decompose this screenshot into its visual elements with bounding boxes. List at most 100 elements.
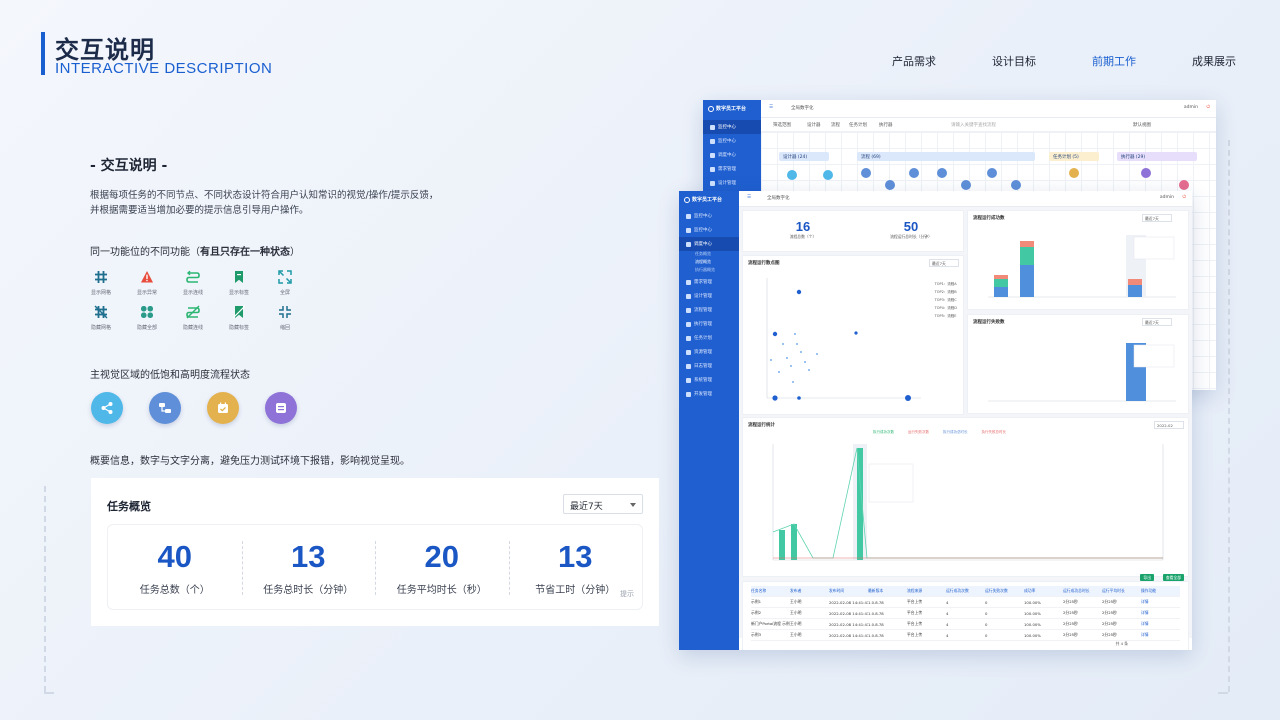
flow-node[interactable]	[1141, 168, 1151, 178]
user-name[interactable]: admin	[1184, 105, 1198, 110]
sidebar-item[interactable]: 需求管理	[679, 275, 739, 289]
user-name[interactable]: admin	[1160, 195, 1174, 200]
sidebar-item[interactable]: 流程管理	[679, 303, 739, 317]
sidebar-subitem[interactable]: 流程概览	[679, 259, 739, 267]
date-range-select[interactable]: 最近7天	[563, 494, 643, 514]
success-bar-chart	[988, 235, 1176, 298]
tab-title[interactable]: 全局数字化	[767, 195, 790, 201]
icon-cell-hide-links[interactable]: 隐藏连线	[182, 304, 204, 331]
detail-link[interactable]: 详情	[1141, 599, 1180, 605]
menu-toggle-icon[interactable]: ☰	[747, 195, 751, 200]
table-row[interactable]: 示例3 王小明 2022-02-08 14:41:43 1.0.8.78 平台上传 4 0 1…	[751, 630, 1180, 641]
search-input[interactable]: 请输入关键字查找流程	[951, 122, 996, 128]
table-cell: 0	[985, 599, 988, 605]
sidebar-item[interactable]: 开发管理	[679, 387, 739, 401]
sidebar-item[interactable]: 设计管理	[679, 289, 739, 303]
fullscreen-icon	[277, 269, 293, 285]
nav-preliminary-work[interactable]: 前期工作	[1092, 53, 1136, 69]
detail-link[interactable]: 详情	[1141, 632, 1180, 638]
panel-range-select[interactable]: 最近7天	[1142, 214, 1172, 222]
power-icon[interactable]: ⏻	[1182, 194, 1186, 200]
sidebar-item[interactable]: 调度中心	[703, 148, 761, 162]
menu-icon	[710, 138, 715, 144]
sidebar-item[interactable]: 执行管理	[679, 317, 739, 331]
icon-cell-show-tags[interactable]: 显示标签	[228, 269, 250, 296]
sidebar-item[interactable]: 监控中心	[703, 120, 761, 134]
icon-cell-hide-tags[interactable]: 隐藏标签	[228, 304, 250, 331]
flow-node[interactable]	[987, 168, 997, 178]
icon-label: 显示连线	[182, 290, 203, 296]
sidebar-item[interactable]: 监控中心	[679, 223, 739, 237]
sidebar-item[interactable]: 调度中心	[679, 237, 739, 251]
menu-toggle-icon[interactable]: ☰	[769, 105, 773, 110]
flow-node[interactable]	[787, 170, 797, 180]
flow-node[interactable]	[1069, 168, 1079, 178]
stat-value: 13	[291, 539, 326, 574]
panel-range-select[interactable]: 最近7天	[1142, 318, 1172, 326]
view-all-button[interactable]: 查看全部	[1162, 574, 1184, 581]
top-entry: TOP4：流程D	[934, 306, 957, 310]
detail-link[interactable]: 详情	[1141, 621, 1180, 627]
sidebar-subitem[interactable]: 任务概览	[679, 251, 739, 259]
section-description: 根据每项任务的不同节点、不同状态设计符合用户认知常识的视觉/操作/提示反馈， 并…	[90, 188, 438, 218]
app-logo: 数字员工平台	[708, 105, 746, 112]
filter-chip[interactable]: 任务计划	[849, 122, 867, 128]
sidebar-item-label: 需求管理	[694, 280, 712, 285]
table-row[interactable]: 新门户Portal流程 示例 王小明 2022-02-08 14:41:43 1.0.…	[751, 619, 1180, 630]
icon-cell-show-grid[interactable]: 显示网格	[90, 269, 112, 296]
menu-icon	[686, 227, 691, 233]
stat-total-tasks: 40 任务总数（个）	[108, 525, 242, 609]
table-row[interactable]: 示例1 王小明 2022-02-08 14:41:43 1.0.8.78 平台上传 4 0 1…	[751, 597, 1180, 608]
nav-product-requirements[interactable]: 产品需求	[892, 53, 936, 69]
icon-cell-fullscreen[interactable]: 全屏	[274, 269, 296, 296]
panel-title: 流程运行成功数	[973, 216, 1005, 221]
table-row[interactable]: 示例2 王小明 2022-02-08 14:41:43 1.0.8.78 平台上传 4 0 1…	[751, 608, 1180, 619]
nav-design-goals[interactable]: 设计目标	[992, 53, 1036, 69]
kpi-item: 50 流程运行总时长（分钟）	[871, 219, 951, 240]
table-cell: 0	[985, 632, 988, 638]
sidebar-item[interactable]: 任务计划	[679, 331, 739, 345]
tab-title[interactable]: 全局数字化	[791, 105, 814, 111]
power-icon[interactable]: ⏻	[1206, 104, 1210, 110]
sidebar-item[interactable]: 监控中心	[679, 209, 739, 223]
sidebar-item[interactable]: 设计管理	[703, 176, 761, 190]
export-button[interactable]: 导出	[1140, 574, 1154, 581]
icon-cell-collapse[interactable]: 缩回	[274, 304, 296, 331]
flow-node[interactable]	[909, 168, 919, 178]
icon-cell-hide-grid[interactable]: 隐藏网格	[90, 304, 112, 331]
filter-chip[interactable]: 执行器	[879, 122, 893, 128]
filter-chip[interactable]: 设计器	[807, 122, 821, 128]
sidebar-item[interactable]: 系统管理	[679, 373, 739, 387]
icon-cell-hide-all[interactable]: 隐藏全部	[136, 304, 158, 331]
kpi-panel: 16 流程总数（个） 50 流程运行总时长（分钟）	[742, 210, 964, 252]
filter-chip[interactable]: 流程	[831, 122, 840, 128]
sidebar-item[interactable]: 日志管理	[679, 359, 739, 373]
detail-link[interactable]: 详情	[1141, 610, 1180, 616]
icon-cell-show-links[interactable]: 显示连线	[182, 269, 204, 296]
icon-cell-show-error[interactable]: 显示异常	[136, 269, 158, 296]
flow-node[interactable]	[1179, 180, 1189, 190]
filter-label: 筛选范围	[773, 123, 791, 128]
view-select[interactable]: 默认视图	[1133, 122, 1151, 128]
menu-icon	[710, 166, 715, 172]
flow-node[interactable]	[937, 168, 947, 178]
sidebar-item[interactable]: 资源管理	[679, 345, 739, 359]
panel-title: 流程运行失败数	[973, 320, 1005, 325]
sidebar-item[interactable]: 需求管理	[703, 162, 761, 176]
flow-node[interactable]	[861, 168, 871, 178]
sidebar-item[interactable]: 监控中心	[703, 134, 761, 148]
pagination[interactable]: 共 4 条	[1116, 641, 1128, 647]
month-select[interactable]: 2022-02	[1154, 421, 1184, 429]
table-cell: 2分25秒	[1102, 599, 1117, 604]
flow-node[interactable]	[823, 170, 833, 180]
chart-legend: 执行成功次数 运行失败次数 执行成功总时长 执行失败总时长	[873, 430, 1006, 435]
column-header: 任务名称	[751, 588, 767, 593]
flow-node[interactable]	[961, 180, 971, 190]
nav-results[interactable]: 成果展示	[1192, 53, 1236, 69]
sidebar-item-label: 调度中心	[694, 242, 712, 247]
panel-range-select[interactable]: 最近7天	[929, 259, 959, 267]
sidebar-subitem[interactable]: 执行器概览	[679, 267, 739, 275]
state-icon-grid: 显示网格 显示异常 显示连线 显示标签 全屏 隐藏网格 隐藏全部 隐藏连线 隐藏…	[90, 269, 296, 331]
flow-node[interactable]	[1011, 180, 1021, 190]
flow-node[interactable]	[885, 180, 895, 190]
